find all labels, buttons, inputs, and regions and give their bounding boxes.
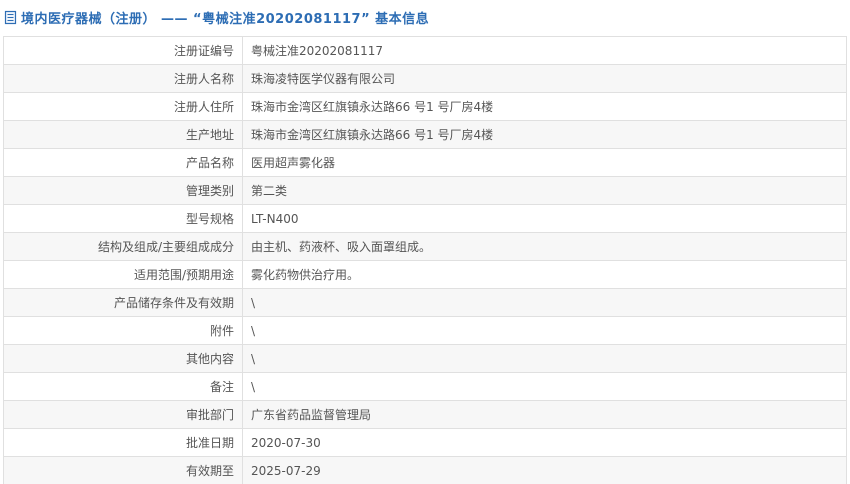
row-label-cell: 注册证编号 xyxy=(3,36,243,65)
row-value: 医用超声雾化器 xyxy=(251,156,336,170)
row-value: 2025-07-29 xyxy=(251,463,321,478)
table-row: 注册人住所 珠海市金湾区红旗镇永达路66 号1 号厂房4楼 xyxy=(3,92,847,121)
table-row: 结构及组成/主要组成成分 由主机、药液杯、吸入面罩组成。 xyxy=(3,232,847,261)
row-value: 第二类 xyxy=(251,184,288,198)
table-row: 管理类别 第二类 xyxy=(3,176,847,205)
row-value-cell: 2025-07-29 xyxy=(242,456,847,484)
table-row: 审批部门 广东省药品监督管理局 xyxy=(3,400,847,429)
table-row: 注册证编号 粤械注准20202081117 xyxy=(3,36,847,65)
row-label: 产品名称 xyxy=(185,156,234,170)
page-title: 境内医疗器械（注册） —— “粤械注准20202081117” 基本信息 xyxy=(21,12,430,27)
table-row: 其他内容 \ xyxy=(3,344,847,373)
row-value-cell: 第二类 xyxy=(242,176,847,205)
row-label: 结构及组成/主要组成成分 xyxy=(97,240,234,254)
row-label: 产品储存条件及有效期 xyxy=(113,296,234,310)
row-label-cell: 注册人住所 xyxy=(3,92,243,121)
table-row: 备注 \ xyxy=(3,372,847,401)
row-value-cell: \ xyxy=(242,372,847,401)
row-label: 批准日期 xyxy=(185,436,234,450)
row-label-cell: 结构及组成/主要组成成分 xyxy=(3,232,243,261)
table-row: 产品名称 医用超声雾化器 xyxy=(3,148,847,177)
row-label: 管理类别 xyxy=(185,184,234,198)
row-value: 2020-07-30 xyxy=(251,435,321,450)
row-label-cell: 其他内容 xyxy=(3,344,243,373)
row-value-cell: 珠海凌特医学仪器有限公司 xyxy=(242,64,847,93)
row-value-cell: \ xyxy=(242,316,847,345)
row-label-cell: 产品储存条件及有效期 xyxy=(3,288,243,317)
row-value-cell: \ xyxy=(242,288,847,317)
row-label: 备注 xyxy=(209,380,234,394)
row-value-cell: 粤械注准20202081117 xyxy=(242,36,847,65)
registration-info-table: 注册证编号 粤械注准20202081117 注册人名称 珠海凌特医学仪器有限公司… xyxy=(3,36,847,484)
row-label-cell: 管理类别 xyxy=(3,176,243,205)
document-icon xyxy=(4,10,17,25)
row-value-cell: 珠海市金湾区红旗镇永达路66 号1 号厂房4楼 xyxy=(242,120,847,149)
row-value: \ xyxy=(251,323,256,338)
row-value: 珠海市金湾区红旗镇永达路66 号1 号厂房4楼 xyxy=(251,100,494,114)
row-value: 广东省药品监督管理局 xyxy=(251,408,372,422)
row-label: 附件 xyxy=(209,324,234,338)
page-header: 境内医疗器械（注册） —— “粤械注准20202081117” 基本信息 xyxy=(3,3,847,36)
table-row: 适用范围/预期用途 雾化药物供治疗用。 xyxy=(3,260,847,289)
page: 境内医疗器械（注册） —— “粤械注准20202081117” 基本信息 注册证… xyxy=(0,0,850,484)
row-value: 粤械注准20202081117 xyxy=(251,44,383,58)
row-label-cell: 产品名称 xyxy=(3,148,243,177)
table-row: 生产地址 珠海市金湾区红旗镇永达路66 号1 号厂房4楼 xyxy=(3,120,847,149)
row-label: 审批部门 xyxy=(185,408,234,422)
row-value-cell: LT-N400 xyxy=(242,204,847,233)
row-label-cell: 适用范围/预期用途 xyxy=(3,260,243,289)
row-value: LT-N400 xyxy=(251,211,299,226)
row-label-cell: 批准日期 xyxy=(3,428,243,457)
row-label: 注册人住所 xyxy=(173,100,234,114)
row-label-cell: 备注 xyxy=(3,372,243,401)
row-label: 生产地址 xyxy=(185,128,234,142)
row-value: 雾化药物供治疗用。 xyxy=(251,268,360,282)
table-row: 注册人名称 珠海凌特医学仪器有限公司 xyxy=(3,64,847,93)
row-label: 适用范围/预期用途 xyxy=(133,268,234,282)
row-label-cell: 生产地址 xyxy=(3,120,243,149)
row-label: 有效期至 xyxy=(185,464,234,478)
row-label: 注册人名称 xyxy=(173,72,234,86)
row-value-cell: 广东省药品监督管理局 xyxy=(242,400,847,429)
row-value: 由主机、药液杯、吸入面罩组成。 xyxy=(251,240,432,254)
table-row: 产品储存条件及有效期 \ xyxy=(3,288,847,317)
row-label-cell: 审批部门 xyxy=(3,400,243,429)
row-label-cell: 型号规格 xyxy=(3,204,243,233)
row-value: \ xyxy=(251,351,256,366)
table-row: 附件 \ xyxy=(3,316,847,345)
row-label: 注册证编号 xyxy=(173,44,234,58)
row-value-cell: 2020-07-30 xyxy=(242,428,847,457)
row-value: \ xyxy=(251,379,256,394)
info-table-body: 注册证编号 粤械注准20202081117 注册人名称 珠海凌特医学仪器有限公司… xyxy=(3,36,847,484)
row-value-cell: \ xyxy=(242,344,847,373)
row-label-cell: 有效期至 xyxy=(3,456,243,484)
row-value-cell: 医用超声雾化器 xyxy=(242,148,847,177)
row-label: 型号规格 xyxy=(185,212,234,226)
row-label-cell: 附件 xyxy=(3,316,243,345)
row-value: \ xyxy=(251,295,256,310)
row-value-cell: 雾化药物供治疗用。 xyxy=(242,260,847,289)
row-label-cell: 注册人名称 xyxy=(3,64,243,93)
row-value: 珠海市金湾区红旗镇永达路66 号1 号厂房4楼 xyxy=(251,128,494,142)
table-row: 批准日期 2020-07-30 xyxy=(3,428,847,457)
row-label: 其他内容 xyxy=(185,352,234,366)
table-row: 型号规格 LT-N400 xyxy=(3,204,847,233)
row-value-cell: 珠海市金湾区红旗镇永达路66 号1 号厂房4楼 xyxy=(242,92,847,121)
table-row: 有效期至 2025-07-29 xyxy=(3,456,847,484)
row-value-cell: 由主机、药液杯、吸入面罩组成。 xyxy=(242,232,847,261)
row-value: 珠海凌特医学仪器有限公司 xyxy=(251,72,396,86)
